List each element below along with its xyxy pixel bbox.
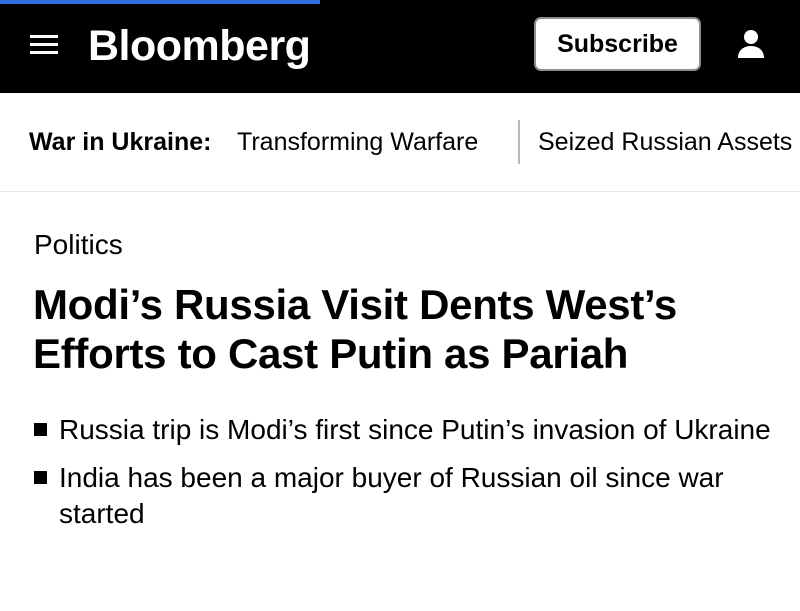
- page-load-progress-bar: [0, 0, 800, 4]
- section-label[interactable]: Politics: [34, 228, 123, 262]
- menu-line: [30, 43, 58, 46]
- square-bullet-icon: [34, 471, 47, 484]
- subnav-link-transforming-warfare[interactable]: Transforming Warfare: [237, 127, 478, 157]
- subnav-link-seized-russian-assets[interactable]: Seized Russian Assets: [538, 127, 792, 157]
- article-headline: Modi’s Russia Visit Dents West’s Efforts…: [33, 281, 677, 377]
- topic-subnav: War in Ukraine: Transforming Warfare Sei…: [0, 93, 800, 192]
- summary-bullet-text: Russia trip is Modi’s first since Putin’…: [59, 414, 771, 445]
- article-summary-list: Russia trip is Modi’s first since Putin’…: [34, 412, 774, 544]
- summary-bullet: Russia trip is Modi’s first since Putin’…: [34, 412, 774, 448]
- progress-bar-fill: [0, 0, 320, 4]
- menu-line: [30, 35, 58, 38]
- subscribe-button[interactable]: Subscribe: [534, 17, 701, 71]
- user-account-icon[interactable]: [735, 29, 767, 59]
- menu-line: [30, 51, 58, 54]
- subnav-topic-label: War in Ukraine:: [29, 128, 212, 156]
- site-header: Bloomberg Subscribe: [0, 0, 800, 93]
- hamburger-menu-icon[interactable]: [30, 33, 58, 55]
- summary-bullet: India has been a major buyer of Russian …: [34, 460, 774, 532]
- summary-bullet-text: India has been a major buyer of Russian …: [59, 462, 724, 529]
- subnav-divider: [518, 120, 520, 164]
- bloomberg-logo[interactable]: Bloomberg: [88, 20, 311, 72]
- square-bullet-icon: [34, 423, 47, 436]
